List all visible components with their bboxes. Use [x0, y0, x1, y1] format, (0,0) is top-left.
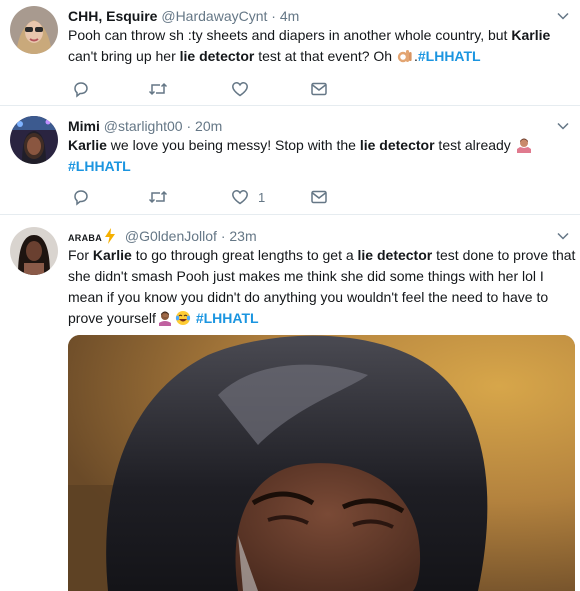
user-handle[interactable]: @G0ldenJollof: [125, 228, 217, 244]
text-segment: For: [68, 247, 93, 263]
heart-icon: [232, 82, 248, 97]
reply-button[interactable]: [72, 78, 90, 100]
highlighted-term: Karlie: [511, 27, 551, 43]
separator-dot: ·: [220, 228, 226, 244]
separator-dot: ·: [271, 8, 276, 24]
envelope-icon: [311, 190, 327, 204]
chevron-down-icon[interactable]: [556, 9, 570, 23]
text-segment: can't bring up her: [68, 48, 180, 64]
hashtag-link[interactable]: #LHHATL: [196, 310, 259, 326]
avatar[interactable]: [10, 6, 58, 54]
text-segment: to go through great lengths to get a: [131, 247, 358, 263]
woman-facepalming-emoji-icon: [158, 311, 171, 326]
user-handle[interactable]: @starlight00: [104, 118, 183, 134]
retweet-icon: [148, 190, 168, 204]
hashtag-link[interactable]: #LHHATL: [418, 48, 481, 64]
lightning-icon: [105, 228, 115, 244]
envelope-icon: [311, 82, 327, 96]
direct-message-button[interactable]: [310, 186, 328, 208]
highlighted-term: lie detector: [359, 137, 435, 153]
chevron-down-icon[interactable]: [556, 119, 570, 133]
user-handle[interactable]: @HardawayCynt: [161, 8, 267, 24]
tweet-header: ARABA @G0ldenJollof · 23m: [68, 227, 257, 247]
direct-message-button[interactable]: [310, 78, 328, 100]
highlighted-term: lie detector: [179, 48, 255, 64]
timestamp[interactable]: 4m: [280, 8, 299, 24]
display-name[interactable]: Mimi: [68, 118, 100, 134]
display-name[interactable]: ARABA: [68, 233, 102, 243]
timestamp[interactable]: 20m: [195, 118, 222, 134]
avatar[interactable]: [10, 227, 58, 275]
face-with-tears-of-joy-emoji-icon: [175, 311, 191, 325]
retweet-icon: [148, 82, 168, 96]
tweet-text: For Karlie to go through great lengths t…: [68, 245, 576, 329]
highlighted-term: Karlie: [92, 247, 132, 263]
tweet-3[interactable]: ARABA @G0ldenJollof · 23m For Karlie to …: [0, 215, 580, 591]
heart-icon: [232, 190, 248, 205]
chevron-down-icon[interactable]: [556, 229, 570, 243]
highlighted-term: Karlie: [68, 137, 107, 153]
tweet-photo-image: [68, 335, 575, 591]
retweet-button[interactable]: [148, 186, 168, 208]
like-button[interactable]: 1: [231, 186, 265, 208]
tweet-header: CHH, Esquire @HardawayCynt · 4m: [68, 7, 299, 25]
tweet-header: Mimi @starlight00 · 20m: [68, 117, 222, 135]
text-segment: Pooh can throw sh :ty sheets and diapers…: [68, 27, 512, 43]
tweet-2[interactable]: Mimi @starlight00 · 20m Karlie we love y…: [0, 106, 580, 214]
retweet-button[interactable]: [148, 78, 168, 100]
tweet-text: Karlie we love you being messy! Stop wit…: [68, 135, 568, 177]
hashtag-link[interactable]: #LHHATL: [68, 158, 131, 174]
timestamp[interactable]: 23m: [229, 228, 256, 244]
tweet-actions: [68, 78, 398, 100]
media-photo[interactable]: [68, 335, 575, 591]
like-button[interactable]: [231, 78, 258, 100]
text-segment: test at that event? Oh: [254, 48, 396, 64]
like-count: 1: [258, 189, 266, 205]
text-segment: test already: [434, 137, 515, 153]
woman-shrugging-emoji-icon: [516, 138, 531, 153]
ok-hand-emoji-icon: [397, 50, 412, 63]
display-name[interactable]: CHH, Esquire: [68, 8, 157, 24]
reply-button[interactable]: [72, 186, 90, 208]
tweet-1[interactable]: CHH, Esquire @HardawayCynt · 4m Pooh can…: [0, 0, 580, 105]
avatar[interactable]: [10, 116, 58, 164]
text-segment: we love you being messy! Stop with the: [106, 137, 360, 153]
reply-icon: [74, 82, 88, 98]
reply-icon: [74, 190, 88, 206]
tweet-text: Pooh can throw sh :ty sheets and diapers…: [68, 25, 568, 67]
separator-dot: ·: [186, 118, 192, 134]
tweet-actions: 1: [68, 186, 398, 208]
highlighted-term: lie detector: [357, 247, 433, 263]
